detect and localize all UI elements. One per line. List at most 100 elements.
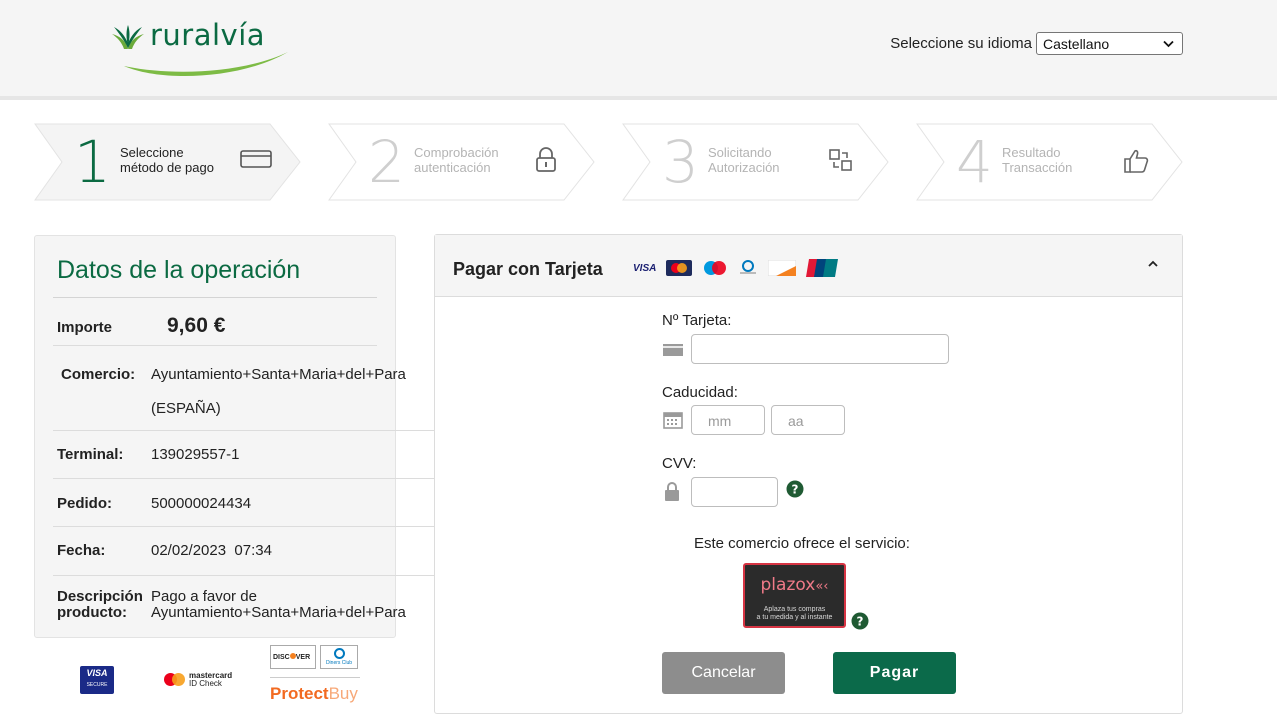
date-label: Fecha: — [57, 542, 106, 559]
plazox-button[interactable]: plazox«‹ Aplaza tus compras a tu medida … — [743, 563, 846, 628]
unionpay-card-icon — [806, 259, 839, 277]
row-divider — [53, 575, 468, 576]
card-number-input[interactable] — [691, 334, 949, 364]
lock-icon — [536, 147, 556, 172]
chevron-down-icon — [1163, 40, 1174, 47]
lock-icon — [665, 482, 679, 501]
protectbuy-text-2: Buy — [328, 684, 358, 703]
step-label: Seleccione método de pago — [120, 145, 214, 175]
protectbuy-text-1: Protect — [270, 684, 329, 703]
credit-card-icon — [240, 150, 272, 168]
mastercard-circle-yellow — [172, 673, 185, 686]
language-select[interactable]: Castellano — [1036, 32, 1183, 55]
step-number: 4 — [956, 128, 993, 196]
thumbs-up-icon — [1124, 149, 1149, 173]
visa-secure-logo: VISA SECURE — [80, 666, 114, 694]
card-payment-panel: Pagar con Tarjeta VISA — [434, 234, 1183, 714]
plazox-name-text: plazox — [760, 575, 816, 595]
card-payment-header[interactable]: Pagar con Tarjeta VISA — [435, 235, 1182, 297]
accepted-cards: VISA — [633, 259, 839, 277]
description-label: Descripción producto: — [57, 589, 151, 621]
pay-button[interactable]: Pagar — [833, 652, 956, 694]
ruralvia-logo[interactable]: ruralvía — [110, 16, 290, 80]
mastercard-id-check-logo: mastercard ID Check — [164, 670, 254, 690]
step-label: Comprobación autenticación — [414, 145, 499, 175]
plazox-name: plazox«‹ — [745, 575, 844, 595]
step-label: Solicitando Autorización — [708, 145, 780, 175]
language-value: Castellano — [1043, 35, 1110, 52]
description-row: Descripción producto: Pago a favor de Ay… — [57, 589, 406, 621]
transfer-icon — [829, 149, 852, 171]
description-label-line: Descripción — [57, 588, 143, 605]
maestro-card-icon — [704, 261, 727, 275]
protectbuy-logo: ProtectBuy — [270, 684, 358, 704]
svg-text:?: ? — [857, 615, 864, 629]
discover-text-1: DISC — [273, 654, 290, 661]
header: ruralvía Seleccione su idioma Castellano — [0, 0, 1277, 100]
step-3: 3 Solicitando Autorización — [622, 123, 890, 201]
row-divider — [53, 430, 468, 431]
diners-club-logo: Diners Club — [320, 645, 358, 669]
plazox-tagline-line: a tu medida y al instante — [756, 614, 833, 621]
step-number: 1 — [74, 128, 111, 196]
step-label-line: Autorización — [708, 160, 780, 175]
plazox-help-icon[interactable]: ? — [851, 612, 869, 630]
logo-text: ruralvía — [150, 18, 266, 52]
amount-label: Importe — [57, 319, 113, 336]
visa-sub-text: SECURE — [86, 682, 108, 688]
id-check-text: ID Check — [189, 679, 222, 688]
mastercard-card-icon — [666, 260, 693, 276]
merchant-country: (ESPAÑA) — [151, 400, 221, 417]
date-value: 02/02/2023 07:34 — [151, 542, 272, 559]
expiry-year-input[interactable]: aa — [771, 405, 845, 435]
cvv-input[interactable] — [691, 477, 778, 507]
title-divider — [53, 297, 377, 298]
discover-logo: DISC VER — [270, 645, 316, 669]
cvv-label: CVV: — [662, 455, 697, 472]
step-label-line: Comprobación — [414, 145, 499, 160]
expiry-month-input[interactable]: mm — [691, 405, 765, 435]
merchant-value: Ayuntamiento+Santa+Maria+del+Para — [151, 366, 406, 383]
card-number-label: Nº Tarjeta: — [662, 312, 732, 329]
step-4: 4 Resultado Transacción — [916, 123, 1184, 201]
calendar-icon — [663, 412, 683, 429]
chevron-up-icon[interactable] — [1146, 257, 1160, 271]
terminal-value: 139029557-1 — [151, 446, 240, 463]
svg-text:?: ? — [792, 483, 799, 497]
visa-text: VISA — [86, 668, 108, 678]
order-row: Pedido: 500000024434 — [57, 495, 251, 512]
step-number: 3 — [662, 128, 699, 196]
plazox-tagline: Aplaza tus compras a tu medida y al inst… — [745, 606, 844, 622]
plazox-tagline-line: Aplaza tus compras — [763, 606, 826, 613]
step-label-line: Solicitando — [708, 145, 772, 160]
step-2: 2 Comprobación autenticación — [328, 123, 596, 201]
security-logos: VISA SECURE mastercard ID Check DISC VER … — [34, 640, 396, 706]
terminal-row: Terminal: 139029557-1 — [57, 446, 239, 463]
step-label-line: Seleccione — [120, 145, 184, 160]
plazox-chevrons-icon: «‹ — [815, 579, 829, 594]
leaf-icon — [112, 25, 144, 49]
step-label: Resultado Transacción — [1002, 145, 1072, 175]
logo-swoosh — [124, 52, 288, 77]
amount-value: 9,60 € — [167, 314, 226, 337]
description-value-line: Pago a favor de — [151, 588, 257, 605]
cvv-help-icon[interactable]: ? — [786, 480, 804, 498]
step-label-line: Transacción — [1002, 160, 1073, 175]
order-label: Pedido: — [57, 495, 112, 512]
step-label-line: autenticación — [414, 160, 491, 175]
cancel-button[interactable]: Cancelar — [662, 652, 785, 694]
protectbuy-divider — [270, 677, 360, 678]
offer-text: Este comercio ofrece el servicio: — [694, 535, 910, 552]
operation-title: Datos de la operación — [57, 256, 301, 284]
terminal-label: Terminal: — [57, 446, 124, 463]
diners-circle — [334, 648, 345, 659]
language-selector: Seleccione su idioma Castellano — [890, 32, 1183, 55]
description-label-line: producto: — [57, 604, 127, 621]
language-label: Seleccione su idioma — [890, 35, 1032, 52]
step-label-line: método de pago — [120, 160, 214, 175]
expiry-label: Caducidad: — [662, 384, 738, 401]
row-divider — [53, 345, 377, 346]
visa-card-icon: VISA — [633, 262, 657, 274]
amount-row: Importe 9,60 € — [57, 314, 225, 338]
discover-text-2: VER — [295, 654, 311, 661]
